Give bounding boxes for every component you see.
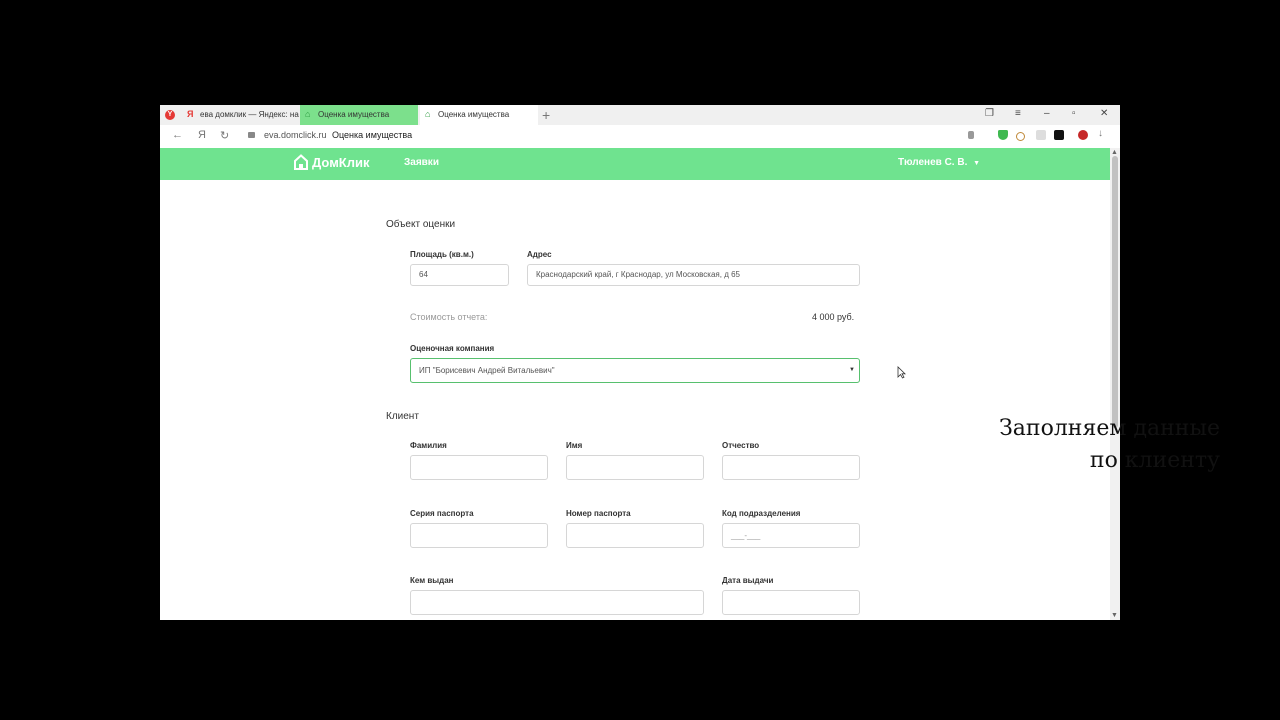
yandex-browser-icon[interactable]: Y (165, 110, 175, 120)
tab-title: ева домклик — Яндекс: на (200, 110, 299, 119)
close-icon[interactable]: ✕ (1100, 108, 1108, 119)
section-title-client: Клиент (386, 411, 419, 422)
user-menu[interactable]: Тюленев С. В. ▼ (898, 157, 980, 168)
caret-down-icon: ▼ (849, 367, 855, 373)
address-label: Адрес (527, 250, 552, 259)
site-header: ДомКлик Заявки Тюленев С. В. ▼ (160, 148, 1110, 180)
new-tab-button[interactable]: + (542, 107, 550, 123)
company-label: Оценочная компания (410, 344, 495, 353)
scroll-down-icon[interactable]: ▼ (1111, 612, 1118, 619)
puzzle-extension-icon[interactable] (1078, 130, 1088, 140)
area-input[interactable]: 64 (410, 264, 509, 286)
page-content: Объект оценки Площадь (кв.м.) 64 Адрес К… (160, 180, 1110, 620)
browser-window: Y Я ева домклик — Яндекс: на ⌂ Оценка им… (160, 105, 1120, 620)
surname-input[interactable] (410, 455, 548, 480)
tab-title: Оценка имущества (438, 110, 510, 119)
shield-extension-icon[interactable] (998, 130, 1008, 140)
download-icon[interactable]: ↓ (1098, 128, 1103, 139)
caption-line-1: Заполняем данные (999, 416, 1220, 441)
yandex-icon: Я (187, 109, 194, 119)
section-title-object: Объект оценки (386, 219, 456, 230)
back-icon[interactable]: ← (172, 129, 183, 141)
domclick-logo[interactable]: ДомКлик (293, 154, 370, 170)
patronymic-input[interactable] (722, 455, 860, 480)
logo-text: ДомКлик (312, 154, 370, 170)
restore-icon[interactable]: ▫ (1072, 108, 1076, 119)
nav-link-requests[interactable]: Заявки (404, 157, 439, 168)
domclick-favicon-icon: ⌂ (425, 109, 431, 119)
scroll-up-icon[interactable]: ▲ (1111, 149, 1118, 156)
tab-strip: Y Я ева домклик — Яндекс: на ⌂ Оценка им… (160, 105, 1120, 125)
cost-label: Стоимость отчета: (410, 312, 488, 322)
address-input[interactable]: Краснодарский край, г Краснодар, ул Моск… (527, 264, 860, 286)
domclick-favicon-icon: ⌂ (305, 109, 311, 119)
passport-number-label: Номер паспорта (566, 509, 631, 518)
tab-title: Оценка имущества (318, 110, 390, 119)
url-page-title[interactable]: Оценка имущества (332, 130, 412, 140)
scrollbar[interactable]: ▲ ▼ (1110, 148, 1120, 620)
lock-icon (248, 132, 255, 138)
passport-series-label: Серия паспорта (410, 509, 474, 518)
area-label: Площадь (кв.м.) (410, 250, 474, 259)
surname-label: Фамилия (410, 441, 447, 450)
issued-by-label: Кем выдан (410, 576, 454, 585)
passport-number-input[interactable] (566, 523, 704, 548)
tab-yandex-search[interactable]: Я ева домклик — Яндекс: на (182, 105, 300, 125)
url-domain[interactable]: eva.domclick.ru (264, 130, 327, 140)
user-name: Тюленев С. В. (898, 157, 968, 168)
name-label: Имя (566, 441, 583, 450)
division-code-input[interactable]: ___-___ (722, 523, 860, 548)
menu-icon[interactable]: ≡ (1015, 108, 1021, 119)
address-bar: ← Я ↻ eva.domclick.ru Оценка имущества ↓ (160, 125, 1120, 149)
reload-icon[interactable]: ↻ (220, 129, 229, 142)
tab-estimate-active[interactable]: ⌂ Оценка имущества (300, 105, 418, 125)
bookmark-icon[interactable] (968, 131, 974, 139)
tabs-manager-icon[interactable]: ❐ (985, 108, 994, 119)
bike-extension-icon[interactable] (1016, 132, 1025, 141)
cost-value: 4 000 руб. (812, 312, 855, 322)
yandex-home-icon[interactable]: Я (198, 129, 206, 141)
extension-dark-icon[interactable] (1054, 130, 1064, 140)
scrollbar-thumb[interactable] (1112, 156, 1118, 428)
division-code-label: Код подразделения (722, 509, 801, 518)
name-input[interactable] (566, 455, 704, 480)
passport-series-input[interactable] (410, 523, 548, 548)
domclick-logo-icon (294, 154, 308, 170)
issued-by-input[interactable] (410, 590, 704, 615)
company-select-value: ИП "Борисевич Андрей Витальевич" (419, 366, 555, 375)
patronymic-label: Отчество (722, 441, 760, 450)
issue-date-label: Дата выдачи (722, 576, 774, 585)
video-caption: Заполняем данные по клиенту (920, 413, 1220, 477)
mouse-cursor-icon (897, 366, 906, 379)
tab-estimate[interactable]: ⌂ Оценка имущества (420, 105, 538, 125)
minimize-icon[interactable]: – (1044, 108, 1050, 119)
company-select[interactable]: ИП "Борисевич Андрей Витальевич" ▼ (410, 358, 860, 383)
extension-icon[interactable] (1036, 130, 1046, 140)
chevron-down-icon: ▼ (973, 160, 981, 167)
caption-line-2: по клиенту (1089, 448, 1220, 473)
issue-date-input[interactable] (722, 590, 860, 615)
